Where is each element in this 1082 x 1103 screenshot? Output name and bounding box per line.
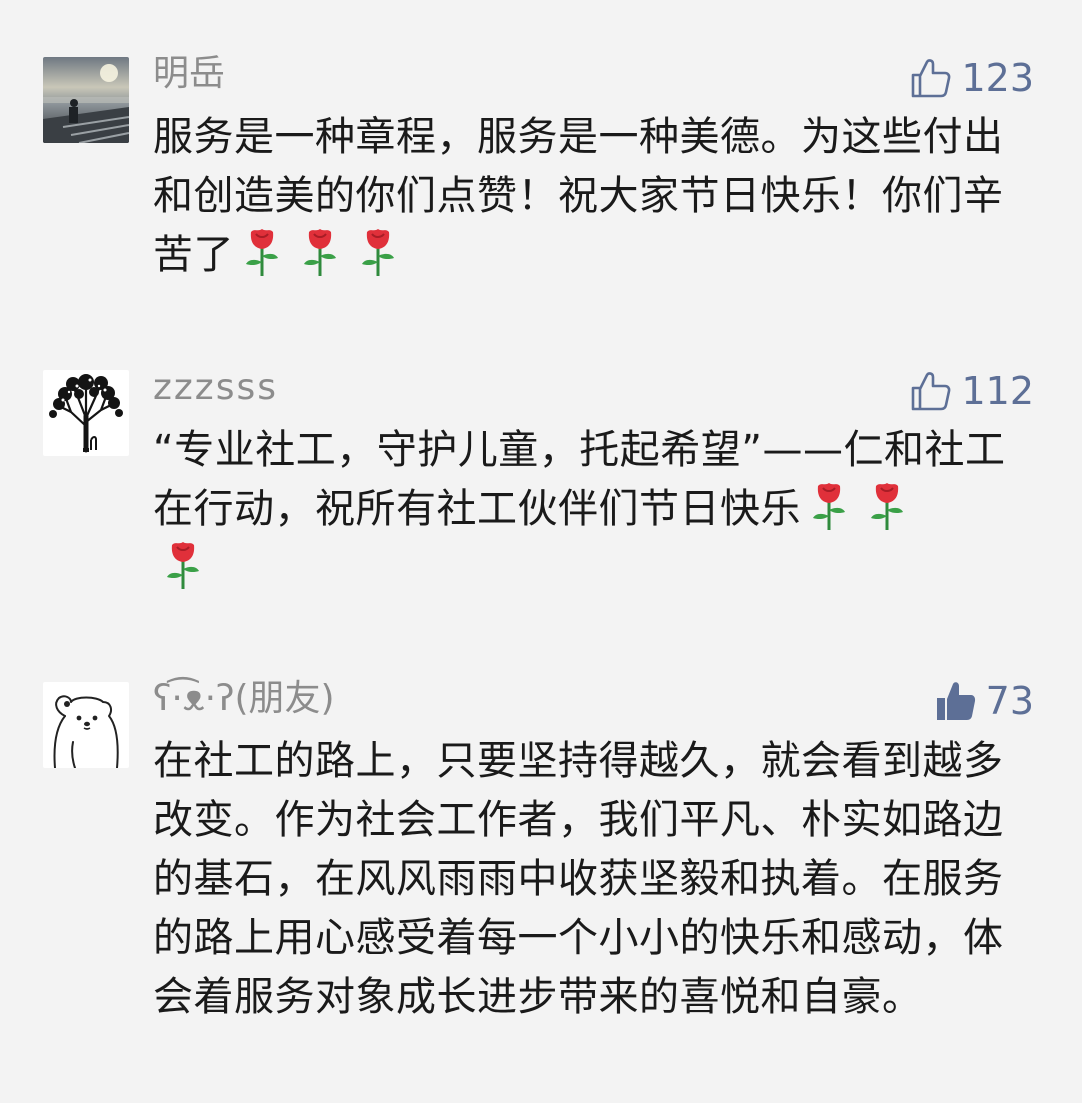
rose-icon [871, 483, 903, 530]
like-button[interactable]: 73 [934, 677, 1034, 725]
rose-icon [304, 229, 336, 276]
white-bear-avatar [43, 682, 129, 768]
rose-emoji-group [234, 229, 408, 278]
tree-silhouette-avatar [43, 370, 129, 456]
comment-text-body: 在社工的路上，只要坚持得越久，就会看到越多改变。作为社会工作者，我们平凡、朴实如… [153, 738, 1004, 1020]
rose-icon [362, 229, 394, 276]
like-button[interactable]: 123 [909, 54, 1034, 102]
comment-nickname[interactable]: zzzsss [153, 366, 278, 410]
comment-text: 在社工的路上，只要坚持得越久，就会看到越多改变。作为社会工作者，我们平凡、朴实如… [153, 732, 1033, 1027]
like-count: 73 [985, 679, 1034, 723]
thumbs-up-filled-icon [936, 682, 975, 720]
avatar[interactable] [43, 682, 129, 768]
rose-icon [246, 229, 278, 276]
comment-text: “专业社工，守护儿童，托起希望”——仁和社工在行动，祝所有社工伙伴们节日快乐 [153, 421, 1033, 598]
like-count: 112 [961, 369, 1034, 413]
seaside-photo-avatar [43, 57, 129, 143]
rose-icon [813, 483, 845, 530]
thumbs-up-outline-icon [912, 59, 951, 98]
comment-nickname[interactable]: 明岳 [153, 52, 225, 96]
thumbs-up-outline-icon [912, 372, 951, 411]
like-count: 123 [961, 56, 1034, 100]
comment-nickname[interactable]: ʕ·͡ᴥ·ʔ(朋友) [153, 677, 335, 721]
rose-icon [167, 542, 199, 589]
avatar[interactable] [43, 57, 129, 143]
like-button[interactable]: 112 [909, 367, 1034, 415]
avatar[interactable] [43, 370, 129, 456]
comment-text: 服务是一种章程，服务是一种美德。为这些付出和创造美的你们点赞！祝大家节日快乐！你… [153, 108, 1033, 285]
